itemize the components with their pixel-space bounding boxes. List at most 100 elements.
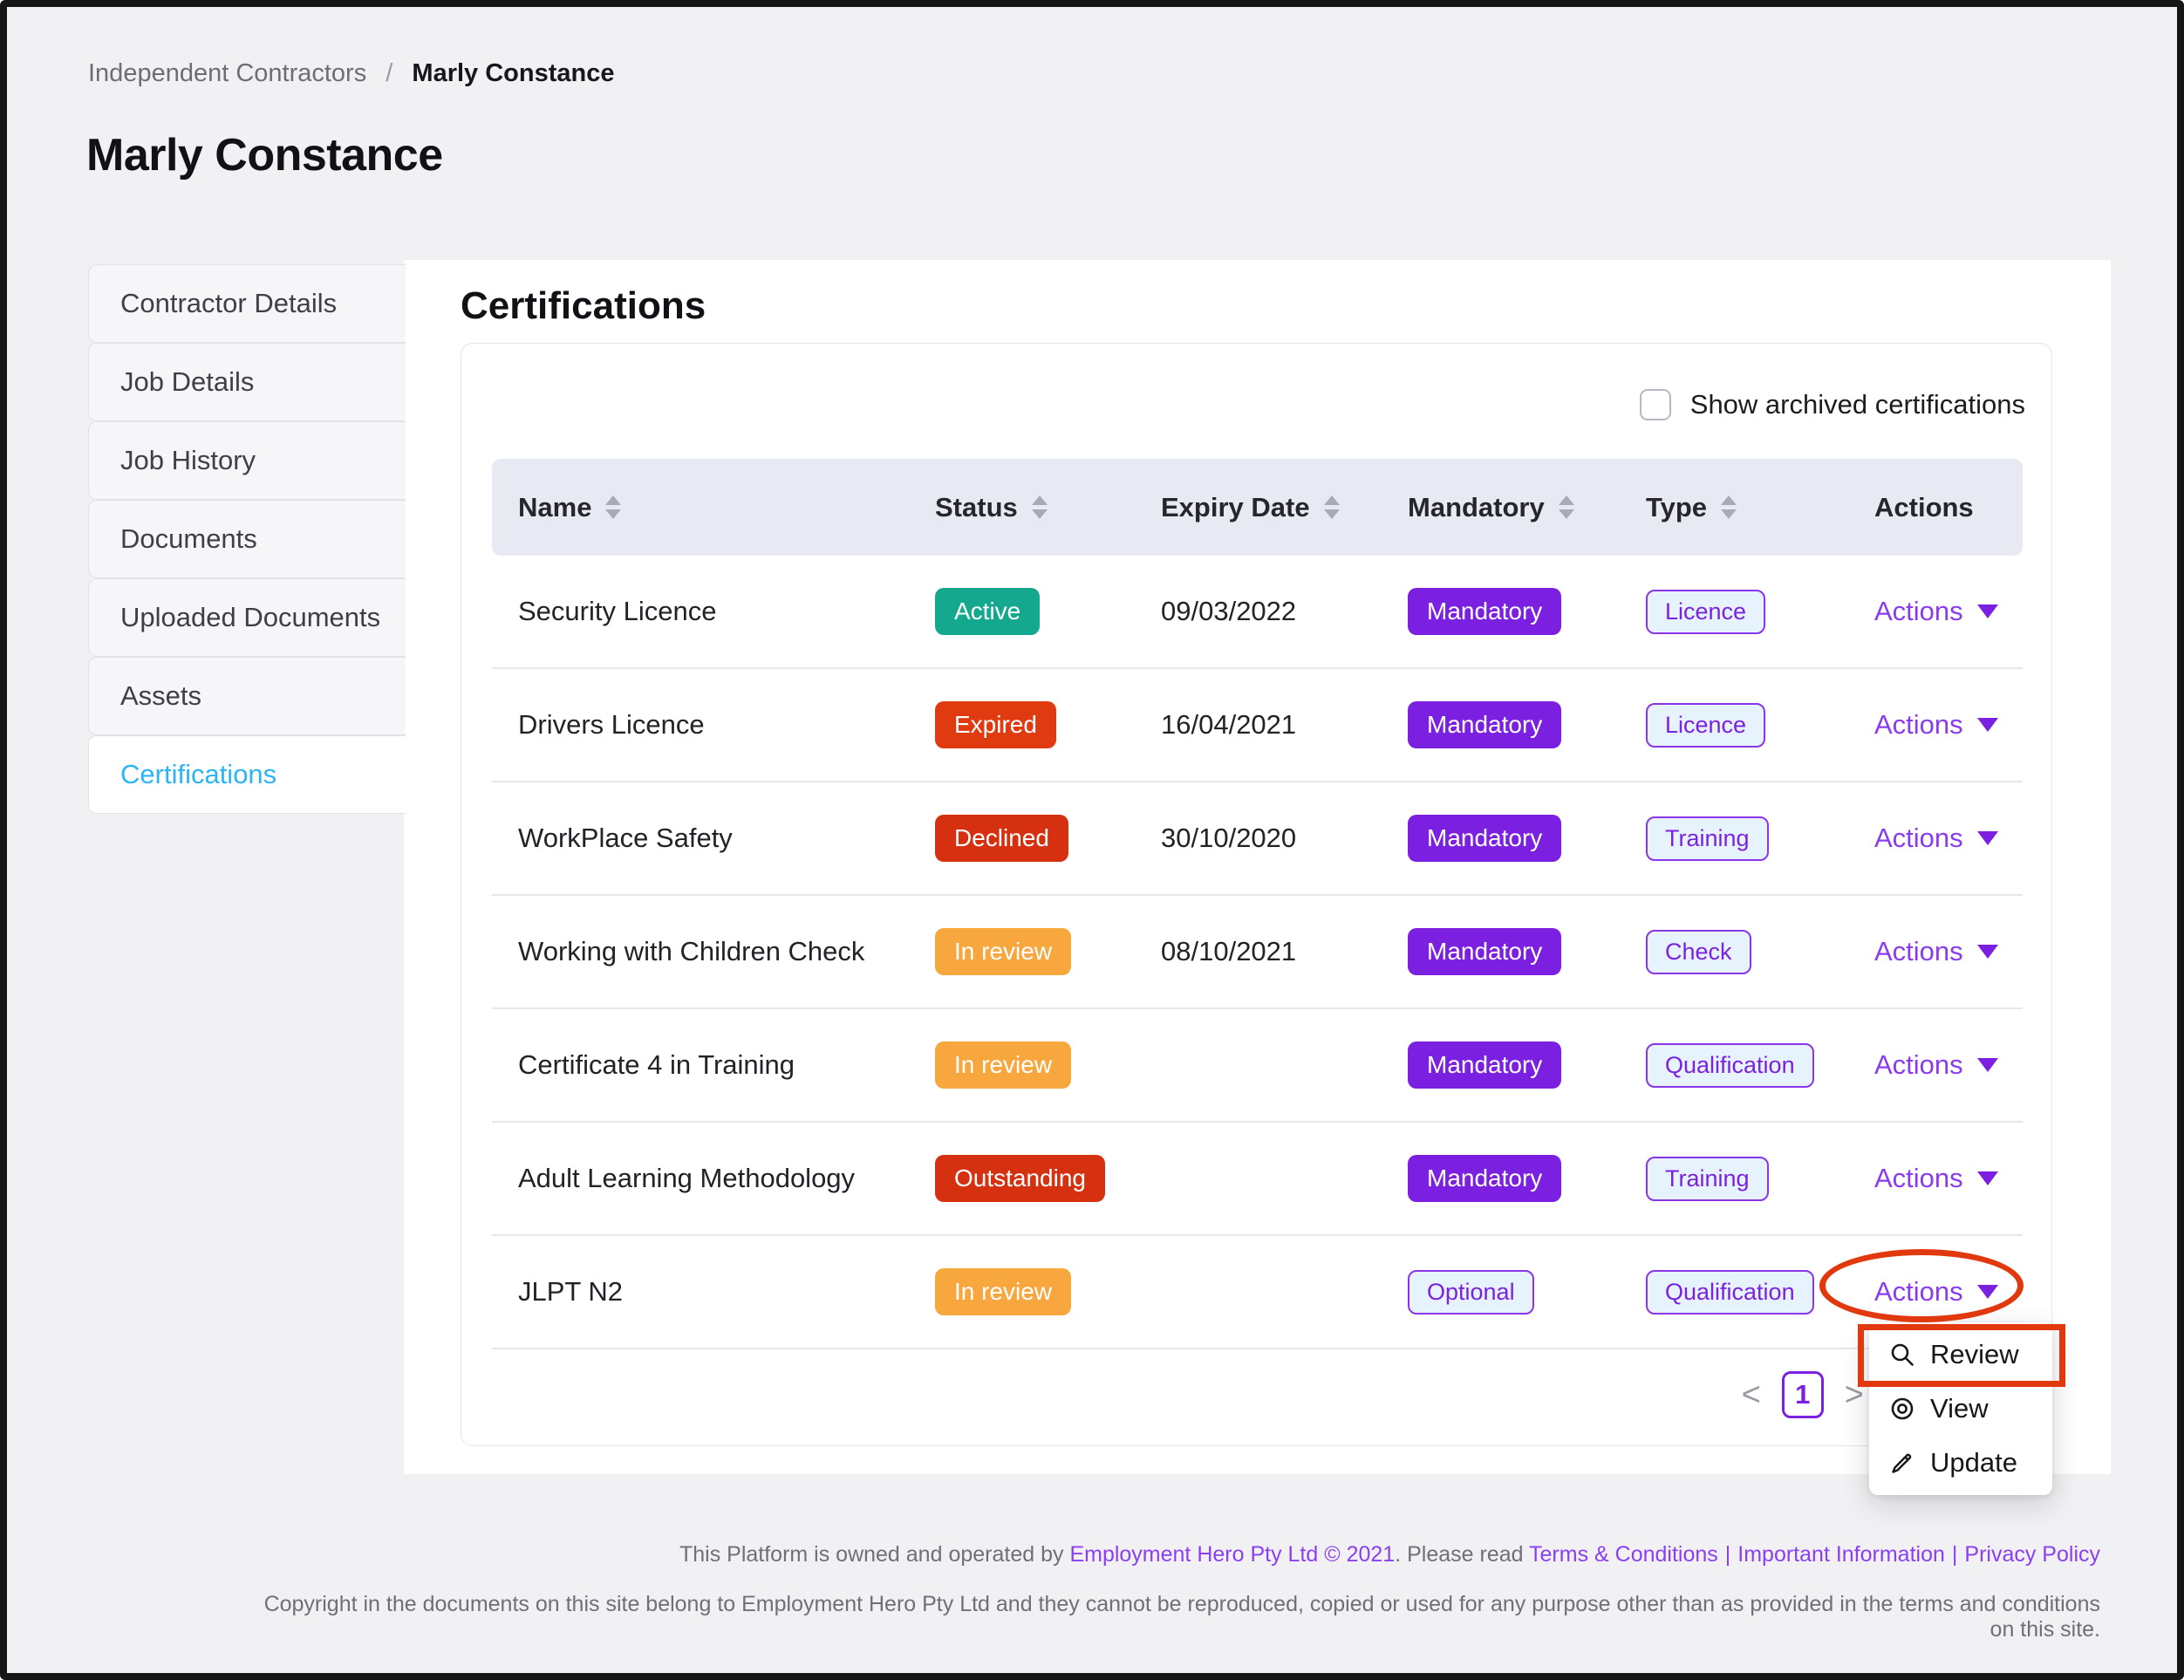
sidebar-item-uploaded-documents[interactable]: Uploaded Documents <box>88 578 406 657</box>
breadcrumb-separator: / <box>386 59 392 87</box>
breadcrumb-current: Marly Constance <box>412 59 614 87</box>
cert-name: Adult Learning Methodology <box>492 1163 909 1194</box>
type-chip: Licence <box>1646 590 1765 634</box>
status-badge: In review <box>935 1268 1071 1315</box>
mandatory-badge: Mandatory <box>1408 1041 1561 1089</box>
table-row: WorkPlace Safety Declined 30/10/2020 Man… <box>492 782 2023 896</box>
table-row: Drivers Licence Expired 16/04/2021 Manda… <box>492 669 2023 782</box>
type-chip: Training <box>1646 816 1769 861</box>
menu-item-view[interactable]: View <box>1869 1382 2052 1436</box>
actions-button-jlpt[interactable]: Actions <box>1874 1276 1998 1308</box>
pagination-page-1[interactable]: 1 <box>1782 1371 1824 1418</box>
mandatory-badge: Mandatory <box>1408 928 1561 975</box>
main-panel: Certifications Show archived certificati… <box>404 260 2111 1474</box>
chevron-down-icon <box>1977 604 1998 618</box>
eye-icon <box>1888 1395 1916 1423</box>
column-header-actions: Actions <box>1848 492 2023 523</box>
pagination-next-button[interactable]: > <box>1845 1376 1864 1414</box>
sort-icon[interactable] <box>1324 495 1340 519</box>
column-header-mandatory[interactable]: Mandatory <box>1382 492 1620 523</box>
optional-chip: Optional <box>1408 1270 1534 1315</box>
chevron-down-icon <box>1977 831 1998 845</box>
sort-icon[interactable] <box>605 495 621 519</box>
sort-icon[interactable] <box>1559 495 1574 519</box>
type-chip: Qualification <box>1646 1043 1814 1088</box>
certifications-table: Name Status Expiry Date Mandatory <box>492 459 2023 1349</box>
mandatory-badge: Mandatory <box>1408 701 1561 748</box>
actions-button[interactable]: Actions <box>1874 1049 1998 1081</box>
actions-button[interactable]: Actions <box>1874 936 1998 967</box>
menu-item-review[interactable]: Review <box>1869 1328 2052 1382</box>
sidebar-item-contractor-details[interactable]: Contractor Details <box>88 264 406 343</box>
footer-privacy-link[interactable]: Privacy Policy <box>1964 1542 2100 1567</box>
pencil-icon <box>1888 1449 1916 1477</box>
sidebar-item-job-history[interactable]: Job History <box>88 421 406 500</box>
cert-name: WorkPlace Safety <box>492 823 909 854</box>
footer-operator-link[interactable]: Employment Hero Pty Ltd © 2021 <box>1069 1542 1395 1567</box>
footer-copyright: Copyright in the documents on this site … <box>251 1592 2100 1642</box>
cert-name: Security Licence <box>492 596 909 627</box>
table-row: Certificate 4 in Training In review Mand… <box>492 1009 2023 1123</box>
expiry-date: 08/10/2021 <box>1135 936 1382 967</box>
chevron-down-icon <box>1977 945 1998 959</box>
type-chip: Training <box>1646 1157 1769 1201</box>
cert-name: Certificate 4 in Training <box>492 1049 909 1081</box>
mandatory-badge: Mandatory <box>1408 815 1561 862</box>
status-badge: In review <box>935 1041 1071 1089</box>
magnifier-icon <box>1888 1341 1916 1369</box>
pagination: < 1 > <box>1742 1371 1864 1418</box>
status-badge: Expired <box>935 701 1056 748</box>
cert-name: JLPT N2 <box>492 1276 909 1308</box>
mandatory-badge: Mandatory <box>1408 588 1561 635</box>
column-header-name[interactable]: Name <box>492 492 909 523</box>
page-title: Marly Constance <box>86 129 443 181</box>
expiry-date: 16/04/2021 <box>1135 709 1382 741</box>
sidebar-item-certifications[interactable]: Certifications <box>88 735 406 814</box>
column-header-type[interactable]: Type <box>1620 492 1848 523</box>
sidebar-item-job-details[interactable]: Job Details <box>88 343 406 421</box>
sidebar: Contractor Details Job Details Job Histo… <box>88 264 406 814</box>
expiry-date: 09/03/2022 <box>1135 596 1382 627</box>
cert-name: Working with Children Check <box>492 936 909 967</box>
mandatory-badge: Mandatory <box>1408 1155 1561 1202</box>
sidebar-item-assets[interactable]: Assets <box>88 657 406 735</box>
actions-button[interactable]: Actions <box>1874 709 1998 741</box>
table-row: Adult Learning Methodology Outstanding M… <box>492 1123 2023 1236</box>
table-row: Security Licence Active 09/03/2022 Manda… <box>492 556 2023 669</box>
type-chip: Licence <box>1646 703 1765 748</box>
footer-important-info-link[interactable]: Important Information <box>1737 1542 1945 1567</box>
pagination-prev-button[interactable]: < <box>1742 1376 1761 1414</box>
menu-item-update[interactable]: Update <box>1869 1436 2052 1490</box>
actions-button[interactable]: Actions <box>1874 596 1998 627</box>
type-chip: Check <box>1646 930 1751 974</box>
certifications-card: Show archived certifications Name Status… <box>461 343 2052 1446</box>
show-archived-checkbox[interactable] <box>1640 389 1671 420</box>
actions-button[interactable]: Actions <box>1874 1163 1998 1194</box>
app-window: Independent Contractors / Marly Constanc… <box>0 0 2184 1680</box>
chevron-down-icon <box>1977 1058 1998 1072</box>
expiry-date: 30/10/2020 <box>1135 823 1382 854</box>
column-header-expiry-date[interactable]: Expiry Date <box>1135 492 1382 523</box>
table-row: Working with Children Check In review 08… <box>492 896 2023 1009</box>
footer-terms-link[interactable]: Terms & Conditions <box>1529 1542 1718 1567</box>
actions-button[interactable]: Actions <box>1874 823 1998 854</box>
sort-icon[interactable] <box>1032 495 1048 519</box>
column-header-status[interactable]: Status <box>909 492 1135 523</box>
status-badge: Active <box>935 588 1040 635</box>
show-archived-label: Show archived certifications <box>1690 389 2025 420</box>
status-badge: Outstanding <box>935 1155 1105 1202</box>
sidebar-item-documents[interactable]: Documents <box>88 500 406 578</box>
cert-name: Drivers Licence <box>492 709 909 741</box>
chevron-down-icon <box>1977 718 1998 732</box>
status-badge: In review <box>935 928 1071 975</box>
table-header-row: Name Status Expiry Date Mandatory <box>492 459 2023 556</box>
breadcrumb: Independent Contractors / Marly Constanc… <box>88 59 614 88</box>
status-badge: Declined <box>935 815 1068 862</box>
actions-dropdown-menu: Review View Update <box>1869 1322 2052 1495</box>
sort-icon[interactable] <box>1721 495 1737 519</box>
table-row: JLPT N2 In review Optional Qualification… <box>492 1236 2023 1349</box>
chevron-down-icon <box>1977 1171 1998 1185</box>
section-heading: Certifications <box>461 284 706 328</box>
type-chip: Qualification <box>1646 1270 1814 1315</box>
breadcrumb-parent-link[interactable]: Independent Contractors <box>88 59 366 87</box>
